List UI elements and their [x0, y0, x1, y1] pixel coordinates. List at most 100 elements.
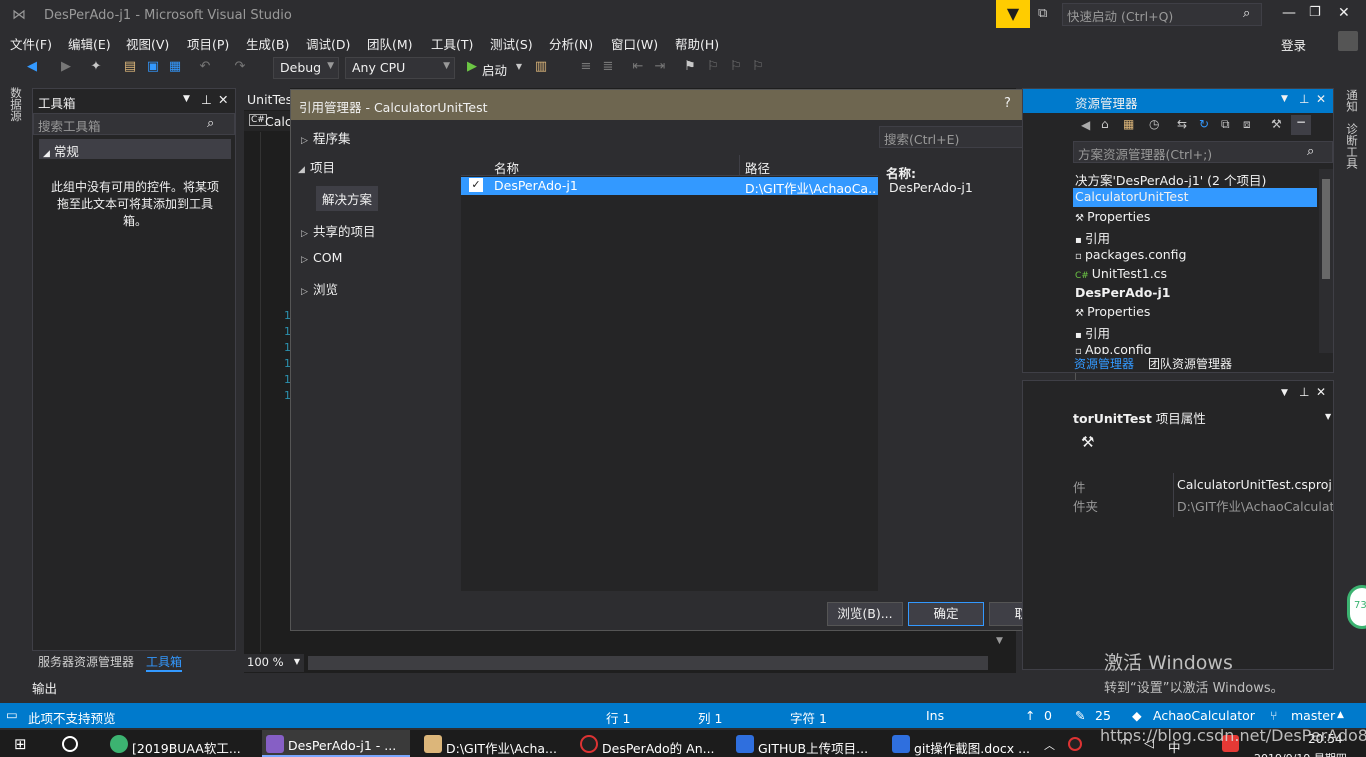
column-name-header[interactable]: 名称 [494, 158, 519, 177]
platform-select[interactable]: Any CPU ▼ [345, 57, 455, 79]
menu-file[interactable]: 文件(F) [10, 34, 52, 53]
solution-search-input[interactable]: 方案资源管理器(Ctrl+;) [1073, 141, 1333, 163]
tree-unittest1[interactable]: C# UnitTest1.cs [1075, 266, 1167, 281]
tree-packages-config[interactable]: ▫ packages.config [1075, 247, 1186, 262]
floating-badge[interactable]: 73 [1347, 585, 1366, 629]
status-edit-count[interactable]: 25 [1095, 708, 1111, 723]
tree-selected-row[interactable]: CalculatorUnitTest [1073, 188, 1317, 207]
panel-dropdown-icon[interactable]: ▼ [1281, 388, 1288, 398]
quick-launch-input[interactable]: 快速启动 (Ctrl+Q) [1062, 3, 1262, 26]
close-icon[interactable]: ✕ [1316, 92, 1326, 106]
nav-com[interactable]: ▷ COM [301, 250, 342, 265]
repo-icon[interactable]: ◆ [1132, 708, 1142, 723]
save-all-icon[interactable]: ▦ [167, 59, 183, 75]
account-avatar-icon[interactable] [1338, 31, 1358, 51]
open-folder-icon[interactable]: ▤ [122, 59, 138, 75]
notifications-tab[interactable]: 通知 [1344, 89, 1360, 112]
login-link[interactable]: 登录 [1281, 35, 1306, 54]
indent-icon[interactable]: ⇥ [652, 59, 668, 75]
editor-scroll-down-icon[interactable]: ▼ [996, 636, 1003, 646]
back-icon[interactable]: ◀ [1081, 118, 1090, 132]
new-project-icon[interactable]: ✦ [88, 59, 104, 75]
sync-icon[interactable]: ⇆ [1177, 117, 1187, 131]
taskbar-item-visual-studio[interactable]: DesPerAdo-j1 - ... [262, 730, 410, 757]
tab-solution-explorer[interactable]: 资源管理器 [1074, 355, 1134, 372]
home-icon[interactable]: ⌂ [1101, 117, 1109, 131]
pending-changes-icon[interactable]: ◷ [1149, 117, 1159, 131]
taskbar-item-word-git[interactable]: git操作截图.docx ... [888, 730, 1036, 757]
taskbar-item-word-github[interactable]: GITHUB上传项目... [732, 730, 880, 757]
property-row[interactable]: 件夹 D:\GIT作业\AchaoCalculato [1073, 495, 1333, 514]
menu-project[interactable]: 项目(P) [187, 34, 229, 53]
menu-help[interactable]: 帮助(H) [675, 34, 719, 53]
preview-toggle-icon[interactable]: − [1291, 115, 1311, 135]
filter-icon[interactable]: ▼ [996, 0, 1030, 28]
bookmark-icon[interactable]: ⚑ [682, 59, 698, 75]
menu-test[interactable]: 测试(S) [490, 34, 533, 53]
ok-button[interactable]: 确定 [908, 602, 984, 626]
show-all-files-icon[interactable]: ⧈ [1243, 117, 1251, 132]
comment-icon[interactable]: ≡ [578, 59, 594, 75]
switch-views-icon[interactable]: ▦ [1123, 117, 1134, 131]
tree-references[interactable]: ▪ 引用 [1075, 228, 1110, 247]
taskbar-item-qq[interactable]: DesPerAdo的 An... [576, 730, 724, 757]
menu-team[interactable]: 团队(M) [367, 34, 413, 53]
push-arrow-icon[interactable]: ↑ [1025, 708, 1035, 723]
menu-view[interactable]: 视图(V) [126, 34, 169, 53]
close-icon[interactable]: ✕ [218, 92, 228, 107]
outdent-icon[interactable]: ⇤ [630, 59, 646, 75]
close-icon[interactable]: ✕ [1316, 385, 1326, 399]
tray-expand-icon[interactable]: ︿ [1044, 737, 1055, 753]
clear-bookmarks-icon[interactable]: ⚐ [750, 59, 766, 75]
menu-tools[interactable]: 工具(T) [431, 34, 473, 53]
menu-edit[interactable]: 编辑(E) [68, 34, 111, 53]
browser-link-icon[interactable]: ▥ [533, 59, 549, 75]
browse-button[interactable]: 浏览(B)... [827, 602, 903, 626]
menu-build[interactable]: 生成(B) [246, 34, 289, 53]
tree-solution[interactable]: 决方案'DesPerAdo-j1' (2 个项目) [1075, 170, 1266, 189]
clock-date[interactable]: 2019/9/19 星期四 [1254, 750, 1347, 757]
uncomment-icon[interactable]: ≣ [600, 59, 616, 75]
property-row[interactable]: 件 CalculatorUnitTest.csproj [1073, 476, 1333, 495]
cortana-icon[interactable] [62, 736, 78, 752]
tray-qq-icon[interactable] [1068, 737, 1082, 751]
tab-toolbox[interactable]: 工具箱 [146, 653, 183, 672]
status-push-count[interactable]: 0 [1044, 708, 1052, 723]
chevron-down-icon[interactable]: ▼ [1325, 412, 1331, 421]
chevron-up-icon[interactable]: ▲ [1337, 710, 1344, 720]
menu-debug[interactable]: 调试(D) [306, 34, 350, 53]
pin-icon[interactable]: ⊥ [1299, 385, 1309, 399]
zoom-select[interactable]: 100 % ▼ [244, 654, 304, 672]
nav-browse[interactable]: ▷ 浏览 [301, 279, 338, 298]
properties-subject[interactable]: torUnitTest 项目属性 [1073, 408, 1206, 427]
nav-shared-projects[interactable]: ▷ 共享的项目 [301, 221, 376, 240]
editor-file-tab[interactable]: Calc [265, 114, 292, 129]
column-path-header[interactable]: 路径 [745, 158, 770, 177]
undo-icon[interactable]: ↶ [197, 59, 213, 75]
collapse-all-icon[interactable]: ⧉ [1221, 117, 1230, 132]
menu-analyze[interactable]: 分析(N) [549, 34, 593, 53]
menu-window[interactable]: 窗口(W) [611, 34, 658, 53]
pencil-icon[interactable]: ✎ [1075, 708, 1085, 723]
status-branch[interactable]: master [1291, 708, 1335, 723]
table-row[interactable]: ✓ DesPerAdo-j1 D:\GIT作业\AchaoCa... [461, 177, 878, 196]
nav-assemblies[interactable]: ▷ 程序集 [301, 128, 351, 147]
properties-wrench-icon[interactable]: ⚒ [1271, 117, 1282, 131]
configuration-select[interactable]: Debug ▼ [273, 57, 339, 79]
close-button[interactable]: ✕ [1338, 5, 1350, 21]
taskbar-item-explorer[interactable]: D:\GIT作业\Acha... [420, 730, 568, 757]
editor-tab[interactable]: UnitTes [244, 88, 292, 110]
tree-project-desperado[interactable]: DesPerAdo-j1 [1075, 285, 1170, 300]
nav-projects[interactable]: ◢ 项目 [298, 157, 335, 176]
redo-icon[interactable]: ↷ [232, 59, 248, 75]
start-icon[interactable]: ▶ [464, 59, 480, 75]
tree-references-2[interactable]: ▪ 引用 [1075, 323, 1110, 342]
tab-server-explorer[interactable]: 服务器资源管理器 [38, 653, 134, 670]
branch-icon[interactable]: ⑂ [1270, 708, 1278, 723]
minimize-button[interactable]: — [1282, 5, 1296, 21]
windows-start-icon[interactable]: ⊞ [14, 736, 32, 752]
data-sources-tab[interactable]: 数据源 [8, 87, 24, 122]
feedback-icon[interactable]: ⧉ [1038, 6, 1054, 22]
panel-dropdown-icon[interactable]: ▼ [1281, 94, 1288, 104]
taskbar-item-browser[interactable]: [2019BUAA软工... [106, 730, 252, 757]
